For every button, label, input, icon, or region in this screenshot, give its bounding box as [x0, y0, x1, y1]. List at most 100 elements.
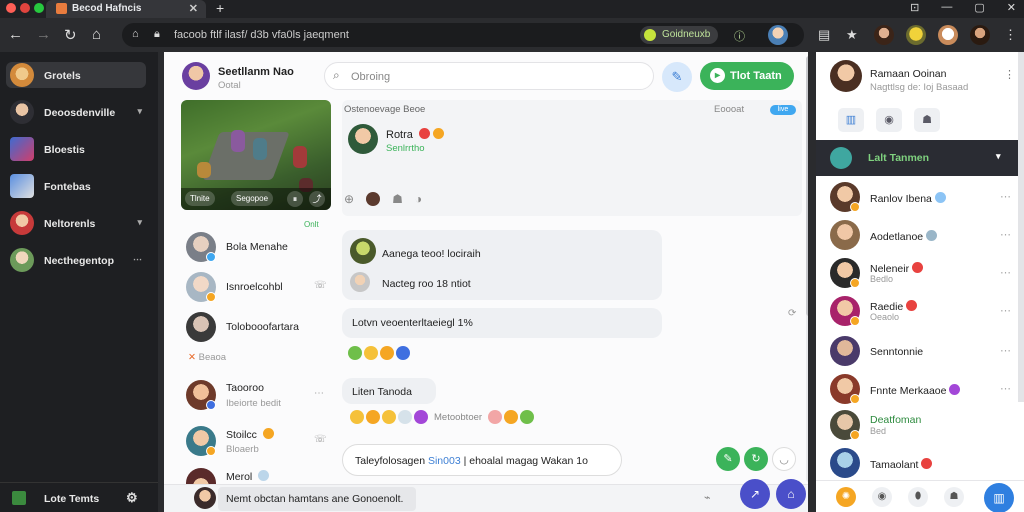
reactor-avatar[interactable] — [366, 192, 381, 206]
contact-item[interactable]: Tolobooofartara — [186, 312, 336, 344]
compose-avatar[interactable] — [194, 487, 216, 509]
minimize-window-dot[interactable] — [20, 3, 30, 13]
header-avatar[interactable] — [182, 62, 210, 90]
window-close-icon[interactable]: ✕ — [1007, 1, 1016, 14]
emoji-icon[interactable] — [414, 410, 428, 424]
home-icon[interactable]: ⌂ — [92, 26, 101, 43]
more-dots-icon[interactable]: ⋯ — [314, 388, 324, 399]
emoji-icon[interactable] — [364, 346, 378, 360]
shield-icon[interactable]: ⬮ — [908, 487, 928, 507]
bookmark-star-icon[interactable]: ★ — [846, 27, 858, 43]
sidebar-item-3[interactable]: Fontebas — [6, 173, 146, 199]
compose-pen-icon[interactable]: ✎ — [662, 62, 692, 92]
info-circle-icon[interactable]: ⓘ — [734, 28, 745, 44]
emoji-icon[interactable] — [398, 410, 412, 424]
friend-item[interactable]: Ranlov Ibena ⋯ — [830, 182, 1020, 214]
sidebar-item-1[interactable]: Deoosdenville ▾ — [6, 99, 146, 125]
home-fab[interactable]: ⌂ — [776, 479, 806, 509]
window-minimize-icon[interactable]: — — [941, 1, 952, 14]
emoji-icon[interactable] — [380, 346, 394, 360]
more-dots-icon[interactable]: ⋯ — [1000, 190, 1011, 203]
game-thumbnail[interactable]: Tlnite Segopoe ⏸ ⤴ — [181, 100, 331, 210]
right-panel-scrollbar[interactable] — [1018, 52, 1024, 402]
contact-item[interactable]: Stoilcc Bloaerb ☏ — [186, 426, 336, 458]
maximize-window-dot[interactable] — [34, 3, 44, 13]
mute-icon[interactable]: ☏ — [314, 280, 327, 291]
friend-item[interactable]: Senntonnie ⋯ — [830, 336, 1020, 368]
game-pause-icon[interactable]: ⏸ — [287, 191, 303, 207]
book-fab[interactable]: ▥ — [984, 483, 1014, 512]
record-icon[interactable]: ◉ — [872, 487, 892, 507]
link-icon[interactable]: ⌁ — [704, 491, 711, 504]
contact-item[interactable]: Taooroo Ibeiorte bedit ⋯ — [186, 380, 336, 412]
friends-section-header[interactable]: Lalt Tanmen ▾ — [816, 140, 1024, 176]
window-maximize-icon[interactable]: ▢ — [974, 1, 984, 14]
more-dots-icon[interactable]: ⋯ — [1000, 344, 1011, 357]
address-bar[interactable]: ⌂ 🔒︎ facoob ftlf ilasf/ d3b vfa0ls jaeqm… — [122, 23, 804, 47]
browser-menu-icon[interactable]: ⋮ — [1004, 27, 1017, 43]
chevron-down-icon[interactable]: ▾ — [996, 151, 1001, 162]
emoji-icon[interactable] — [488, 410, 503, 424]
omnibox-avatar[interactable] — [768, 25, 788, 45]
contact-item[interactable]: Merol — [186, 468, 336, 484]
extension-pill[interactable]: Goidneuxb — [640, 26, 718, 44]
more-dots-icon[interactable]: ⋯ — [133, 254, 142, 265]
friend-item[interactable]: Deatfoman Bed — [830, 410, 1020, 442]
refresh-icon[interactable]: ↻ — [744, 447, 768, 471]
users-tab-icon[interactable]: ☗ — [914, 108, 940, 132]
record-tab-icon[interactable]: ◉ — [876, 108, 902, 132]
more-dots-icon[interactable]: ⋯ — [1000, 266, 1011, 279]
compose-input[interactable]: Nemt obctan hamtans ane Gonoenolt. — [218, 487, 416, 511]
close-window-dot[interactable] — [6, 3, 16, 13]
search-input[interactable]: ⌕ Obroing — [324, 62, 654, 90]
new-tab-button[interactable]: + — [216, 0, 224, 16]
browser-tab[interactable]: Becod Hafncis ✕ — [46, 0, 206, 18]
sidebar-item-0[interactable]: Grotels — [6, 62, 146, 88]
friend-item[interactable]: Fnnte Merkaaoe ⋯ — [830, 374, 1020, 406]
call-icon[interactable]: ☏ — [314, 434, 327, 445]
tab-close-icon[interactable]: ✕ — [189, 2, 198, 15]
message-avatar[interactable] — [350, 272, 370, 292]
profile-avatar-1[interactable] — [874, 25, 894, 45]
sidebar-item-5[interactable]: Necthegentop ⋯ — [6, 247, 146, 273]
profile-avatar-2[interactable] — [906, 25, 926, 45]
friend-item[interactable]: Aodetlanoe ⋯ — [830, 220, 1020, 252]
post-avatar[interactable] — [348, 124, 378, 154]
sidebar-item-2[interactable]: Bloestis — [6, 136, 146, 162]
emoji-icon[interactable] — [348, 346, 362, 360]
profile-avatar-4[interactable] — [970, 25, 990, 45]
more-dots-icon[interactable]: ⋯ — [1000, 382, 1011, 395]
sidebar-footer[interactable]: Lote Temts ⚙ — [0, 482, 158, 512]
grid-tab-icon[interactable]: ▥ — [838, 108, 864, 132]
sidebar-item-4[interactable]: Neltorenls ▾ — [6, 210, 146, 236]
message-input[interactable]: Taleyfolosagen Sin003 | ehoalal magag Wa… — [342, 444, 622, 476]
trend-fab[interactable]: ↗ — [740, 479, 770, 509]
friend-item[interactable]: Raedie Oeaolo ⋯ — [830, 296, 1020, 328]
window-extra-icon[interactable]: ⊡ — [910, 1, 919, 14]
game-share-icon[interactable]: ⤴ — [309, 191, 325, 207]
profile-avatar-3[interactable] — [938, 25, 958, 45]
like-icon[interactable]: ☗ — [392, 192, 403, 206]
emoji-icon[interactable] — [520, 410, 535, 424]
add-icon[interactable]: ⊕ — [344, 192, 354, 206]
more-dots-icon[interactable]: ⋯ — [1000, 304, 1011, 317]
more-vertical-icon[interactable]: ⋮ — [1004, 68, 1015, 81]
contact-item[interactable]: Bola Menahe — [186, 232, 336, 264]
start-call-button[interactable]: ▸ Tlot Taatn — [700, 62, 794, 90]
more-dots-icon[interactable]: ⋯ — [1000, 228, 1011, 241]
emoji-icon[interactable] — [350, 410, 364, 424]
emoji-icon[interactable] — [366, 410, 380, 424]
emoji-icon[interactable] — [504, 410, 519, 424]
edit-icon[interactable]: ✎ — [716, 447, 740, 471]
share-icon[interactable]: ◑ — [415, 192, 422, 206]
friend-item[interactable]: Tamaolant — [830, 448, 1020, 480]
contact-item[interactable]: Isnroelcohbl ☏ — [186, 272, 336, 304]
game-button[interactable]: Tlnite — [185, 191, 215, 206]
chevron-down-icon[interactable]: ▾ — [137, 106, 142, 117]
back-arrow-icon[interactable]: ← — [8, 26, 23, 43]
tab-search-icon[interactable]: ▤ — [818, 27, 830, 43]
forward-arrow-icon[interactable]: → — [36, 26, 51, 43]
emoji-icon[interactable] — [382, 410, 396, 424]
chevron-down-icon[interactable]: ▾ — [137, 217, 142, 228]
profile-avatar[interactable] — [830, 60, 862, 92]
